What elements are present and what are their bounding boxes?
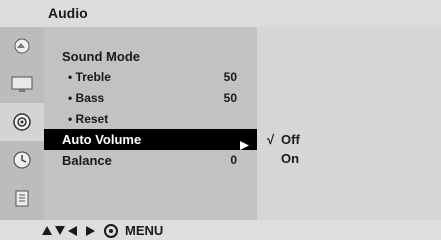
- screen-icon: [11, 76, 33, 92]
- menu-item-value: 50: [223, 70, 237, 84]
- menu-item-label: • Reset: [68, 112, 109, 126]
- menu-hint-label: MENU: [125, 223, 164, 238]
- menu-item-label: Balance: [62, 153, 112, 168]
- audio-icon: [13, 113, 31, 131]
- option-on[interactable]: On: [257, 149, 441, 169]
- menu-item-label: • Treble: [68, 70, 111, 84]
- menu-item-auto-volume[interactable]: Auto Volume: [44, 129, 257, 150]
- menu-item-value: 0: [230, 153, 237, 167]
- menu-item-label: Auto Volume: [62, 132, 142, 147]
- down-arrow-icon: [55, 226, 65, 235]
- time-icon: [13, 151, 31, 169]
- option-icon: [15, 190, 29, 207]
- ok-icon: [104, 223, 118, 238]
- menu-item-bass[interactable]: • Bass 50: [44, 88, 257, 109]
- picture-icon: [14, 38, 30, 54]
- audio-category[interactable]: [0, 103, 44, 141]
- option-category[interactable]: [0, 179, 44, 217]
- option-label: On: [281, 151, 300, 166]
- audio-menu: Sound Mode • Treble 50 • Bass 50 • Reset…: [44, 27, 257, 220]
- right-arrow-icon: [86, 225, 95, 236]
- menu-item-treble[interactable]: • Treble 50: [44, 67, 257, 88]
- time-category[interactable]: [0, 141, 44, 179]
- menu-header: Audio: [0, 0, 441, 27]
- menu-item-reset[interactable]: • Reset: [44, 109, 257, 130]
- menu-item-label: • Bass: [68, 91, 105, 105]
- menu-item-value: 50: [223, 91, 237, 105]
- up-arrow-icon: [42, 226, 52, 235]
- navigation-hints: MENU: [42, 223, 163, 238]
- option-label: Off: [281, 132, 300, 147]
- picture-category[interactable]: [0, 27, 44, 65]
- option-off[interactable]: √ Off: [257, 130, 441, 150]
- screen-category[interactable]: [0, 65, 44, 103]
- check-mark-icon: √: [267, 132, 275, 147]
- left-arrow-icon: [68, 225, 77, 236]
- menu-item-sound-mode[interactable]: Sound Mode: [44, 46, 257, 67]
- menu-item-balance[interactable]: Balance 0: [44, 150, 257, 171]
- menu-item-label: Sound Mode: [62, 49, 140, 64]
- auto-volume-submenu: √ Off On: [257, 27, 441, 220]
- navigation-hint-bar: MENU: [0, 220, 441, 240]
- category-icon-bar: [0, 27, 44, 220]
- menu-title: Audio: [48, 5, 88, 21]
